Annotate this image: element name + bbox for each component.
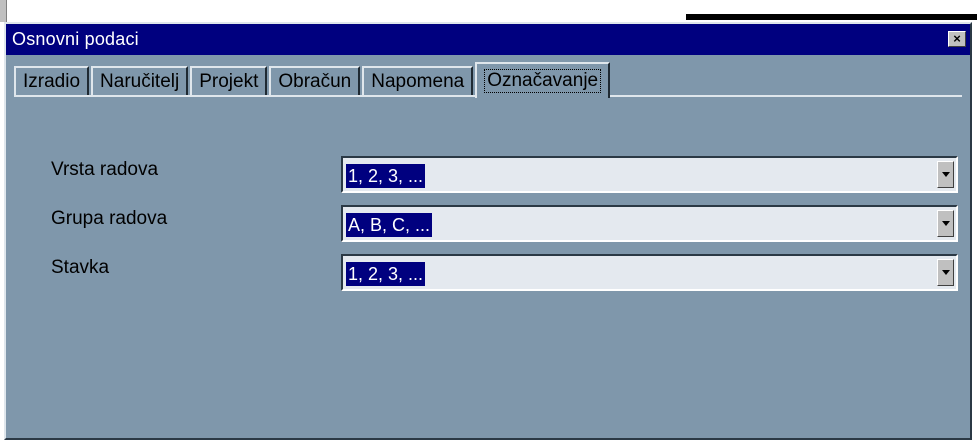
- background-window-strip: [0, 0, 977, 22]
- tab-label: Obračun: [278, 71, 352, 92]
- title-bar[interactable]: Osnovni podaci ×: [6, 24, 970, 55]
- tab-panel-oznacavanje: Vrsta radova 1, 2, 3, ... Grupa radova A…: [14, 95, 962, 435]
- tab-izradio[interactable]: Izradio: [14, 66, 90, 96]
- grupa-radova-value: A, B, C, ...: [346, 213, 433, 237]
- tab-narucitelj[interactable]: Naručitelj: [91, 66, 189, 96]
- dialog-window: Osnovni podaci × Izradio Naručitelj Proj…: [4, 22, 972, 440]
- vrsta-radova-label: Vrsta radova: [51, 159, 159, 180]
- stavka-dropdown-button[interactable]: [937, 259, 954, 286]
- tab-obracun[interactable]: Obračun: [269, 66, 361, 96]
- vrsta-radova-value: 1, 2, 3, ...: [346, 164, 426, 188]
- vrsta-radova-dropdown-button[interactable]: [937, 161, 954, 188]
- window-title: Osnovni podaci: [12, 29, 139, 49]
- tab-label: Projekt: [199, 71, 259, 92]
- chevron-down-icon: [941, 270, 950, 275]
- stavka-value: 1, 2, 3, ...: [346, 262, 426, 286]
- tab-oznacavanje[interactable]: Označavanje: [475, 62, 611, 98]
- stavka-label: Stavka: [51, 257, 110, 278]
- tab-label: Označavanje: [484, 69, 602, 93]
- tab-projekt[interactable]: Projekt: [190, 66, 268, 96]
- close-button[interactable]: ×: [948, 31, 966, 47]
- tab-label: Izradio: [23, 71, 81, 92]
- tab-label: Napomena: [371, 71, 465, 92]
- tab-napomena[interactable]: Napomena: [362, 66, 474, 96]
- chevron-down-icon: [941, 172, 950, 177]
- background-window-edge: [0, 0, 7, 22]
- grupa-radova-combobox[interactable]: A, B, C, ...: [341, 205, 958, 242]
- background-dark-bar: [686, 14, 977, 20]
- chevron-down-icon: [941, 221, 950, 226]
- vrsta-radova-combobox[interactable]: 1, 2, 3, ...: [341, 156, 958, 193]
- tab-bar: Izradio Naručitelj Projekt Obračun Napom…: [14, 60, 612, 98]
- stavka-combobox[interactable]: 1, 2, 3, ...: [341, 254, 958, 291]
- close-icon: ×: [953, 31, 961, 46]
- grupa-radova-label: Grupa radova: [51, 208, 168, 229]
- tab-label: Naručitelj: [100, 71, 180, 92]
- grupa-radova-dropdown-button[interactable]: [937, 210, 954, 237]
